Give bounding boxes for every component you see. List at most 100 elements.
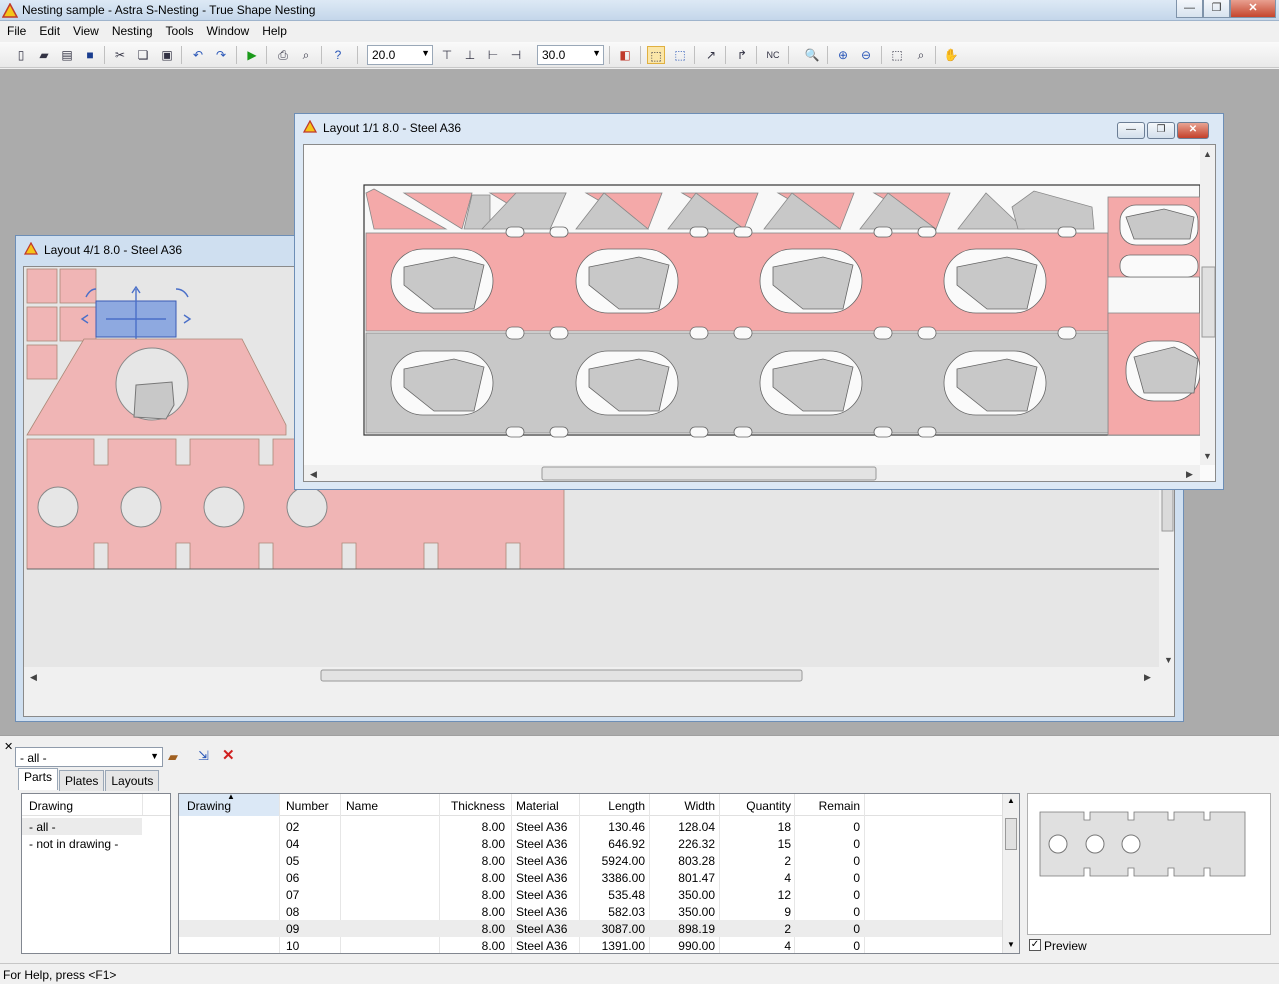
cell-remain: 0 bbox=[853, 905, 860, 919]
close-panel-icon[interactable]: ✕ bbox=[4, 740, 13, 753]
zoom-in-icon[interactable]: ⊕ bbox=[834, 46, 852, 64]
zoom-window-icon[interactable]: ⬚ bbox=[888, 46, 906, 64]
color-icon[interactable]: ◧ bbox=[616, 46, 634, 64]
add-folder-icon[interactable]: ▰ bbox=[168, 749, 178, 765]
help-icon[interactable]: ? bbox=[329, 46, 347, 64]
copy-icon[interactable]: ❏ bbox=[134, 46, 152, 64]
zoom-fit-icon[interactable]: ⌕ bbox=[912, 46, 930, 64]
column-header-length[interactable]: Length bbox=[579, 799, 645, 813]
layout-window-1[interactable]: Layout 1/1 8.0 - Steel A36 — ❐ ✕ ▲ ▼ ◀ ▶ bbox=[294, 113, 1224, 490]
print-icon[interactable]: ⎙ bbox=[274, 46, 292, 64]
table-row[interactable]: 08 8.00 Steel A36 582.03 350.00 9 0 bbox=[179, 903, 1002, 920]
table-row[interactable]: 02 8.00 Steel A36 130.46 128.04 18 0 bbox=[179, 818, 1002, 835]
print-preview-icon[interactable]: ⌕ bbox=[297, 46, 315, 64]
menu-window[interactable]: Window bbox=[200, 21, 256, 42]
tab-parts[interactable]: Parts bbox=[18, 768, 59, 790]
cell-length: 3087.00 bbox=[601, 922, 645, 936]
open-icon[interactable]: ▰ bbox=[35, 46, 53, 64]
cell-number: 10 bbox=[286, 939, 300, 953]
parts-table-header: Drawing ▲ Number Name Thickness Material… bbox=[179, 794, 1019, 816]
menu-help[interactable]: Help bbox=[255, 21, 293, 42]
import-parts-icon[interactable]: ⇲ bbox=[198, 748, 209, 764]
pan-hand-icon[interactable]: ✋ bbox=[942, 46, 960, 64]
table-row[interactable]: 09 8.00 Steel A36 3087.00 898.19 2 0 bbox=[179, 920, 1002, 937]
svg-text:▼: ▼ bbox=[1164, 655, 1173, 665]
save-icon[interactable]: ■ bbox=[81, 46, 99, 64]
table-row[interactable]: 04 8.00 Steel A36 646.92 226.32 15 0 bbox=[179, 835, 1002, 852]
rotate-icon[interactable]: ↱ bbox=[733, 46, 751, 64]
new-icon[interactable]: ▯ bbox=[12, 46, 30, 64]
cell-quantity: 9 bbox=[784, 905, 791, 919]
import-icon[interactable]: ▤ bbox=[58, 46, 76, 64]
parts-table[interactable]: Drawing ▲ Number Name Thickness Material… bbox=[178, 793, 1020, 954]
list-item[interactable]: - all - bbox=[22, 818, 142, 835]
column-header-thickness[interactable]: Thickness bbox=[441, 799, 505, 813]
align-left-icon[interactable]: ⊢ bbox=[484, 46, 502, 64]
status-bar: For Help, press <F1> bbox=[0, 963, 1279, 984]
app-logo-icon bbox=[303, 120, 317, 133]
tab-layouts[interactable]: Layouts bbox=[105, 770, 160, 791]
cell-material: Steel A36 bbox=[516, 820, 568, 834]
layout-1-canvas[interactable]: ▲ ▼ ◀ ▶ bbox=[303, 144, 1216, 482]
list-item[interactable]: - not in drawing - bbox=[22, 835, 170, 852]
menu-nesting[interactable]: Nesting bbox=[105, 21, 159, 42]
table-row[interactable]: 07 8.00 Steel A36 535.48 350.00 12 0 bbox=[179, 886, 1002, 903]
column-header-number[interactable]: Number bbox=[286, 799, 329, 813]
drawing-list[interactable]: Drawing - all - - not in drawing - bbox=[21, 793, 171, 954]
triangle-parts-row[interactable] bbox=[365, 188, 1095, 230]
delete-icon[interactable]: ✕ bbox=[222, 746, 235, 764]
redo-icon[interactable]: ↷ bbox=[212, 46, 230, 64]
minimize-button[interactable]: — bbox=[1117, 122, 1145, 139]
move-part-icon[interactable]: ↗ bbox=[702, 46, 720, 64]
tab-plates[interactable]: Plates bbox=[59, 770, 105, 791]
restore-button[interactable]: ❐ bbox=[1147, 122, 1175, 139]
column-header-remain[interactable]: Remain bbox=[795, 799, 860, 813]
parts-table-scrollbar[interactable]: ▲ ▼ bbox=[1002, 794, 1019, 953]
preview-label: Preview bbox=[1044, 939, 1087, 953]
column-header-width[interactable]: Width bbox=[649, 799, 715, 813]
cell-quantity: 12 bbox=[777, 888, 791, 902]
select-part-icon[interactable]: ⬚ bbox=[647, 46, 665, 64]
column-header-drawing[interactable]: Drawing bbox=[187, 799, 231, 813]
menu-tools[interactable]: Tools bbox=[159, 21, 200, 42]
column-header-material[interactable]: Material bbox=[516, 799, 559, 813]
zoom-icon[interactable]: 🔍 bbox=[803, 46, 821, 64]
table-row[interactable]: 05 8.00 Steel A36 5924.00 803.28 2 0 bbox=[179, 852, 1002, 869]
paste-icon[interactable]: ▣ bbox=[158, 46, 176, 64]
menu-view[interactable]: View bbox=[66, 21, 105, 42]
run-nesting-icon[interactable]: ▶ bbox=[243, 46, 261, 64]
column-header-name[interactable]: Name bbox=[346, 799, 378, 813]
cell-remain: 0 bbox=[853, 888, 860, 902]
menu-edit[interactable]: Edit bbox=[32, 21, 66, 42]
app-logo-icon bbox=[24, 242, 38, 255]
minimize-button[interactable]: — bbox=[1176, 0, 1203, 18]
align-bottom-icon[interactable]: ⊥ bbox=[461, 46, 479, 64]
table-row[interactable]: 10 8.00 Steel A36 1391.00 990.00 4 0 bbox=[179, 937, 1002, 953]
drawing-filter-combobox[interactable]: - all - ▼ bbox=[15, 747, 163, 767]
panel-tabs: Parts Plates Layouts bbox=[18, 768, 160, 791]
layout-1-drawing[interactable]: ▲ ▼ ◀ ▶ bbox=[304, 145, 1216, 482]
cut-icon[interactable]: ✂ bbox=[111, 46, 129, 64]
layout-window-1-titlebar[interactable]: Layout 1/1 8.0 - Steel A36 — ❐ ✕ bbox=[295, 114, 1223, 141]
undo-icon[interactable]: ↶ bbox=[189, 46, 207, 64]
column-header-drawing[interactable]: Drawing bbox=[29, 799, 73, 813]
spacing-combobox[interactable]: 20.0 ▼ bbox=[367, 45, 433, 65]
column-header-quantity[interactable]: Quantity bbox=[719, 799, 791, 813]
align-right-icon[interactable]: ⊣ bbox=[507, 46, 525, 64]
cell-number: 09 bbox=[286, 922, 300, 936]
cell-length: 535.48 bbox=[608, 888, 645, 902]
auto-select-icon[interactable]: ⬚ bbox=[671, 46, 689, 64]
close-button[interactable]: ✕ bbox=[1230, 0, 1276, 18]
chevron-down-icon: ▼ bbox=[592, 48, 601, 58]
app-logo-icon bbox=[2, 3, 18, 18]
restore-button[interactable]: ❐ bbox=[1203, 0, 1230, 18]
svg-text:▼: ▼ bbox=[1203, 451, 1212, 461]
nc-export-icon[interactable]: NC bbox=[764, 46, 782, 64]
menu-file[interactable]: File bbox=[0, 21, 32, 42]
angle-combobox[interactable]: 30.0 ▼ bbox=[537, 45, 604, 65]
zoom-out-icon[interactable]: ⊖ bbox=[857, 46, 875, 64]
align-top-icon[interactable]: ⊤ bbox=[438, 46, 456, 64]
close-button[interactable]: ✕ bbox=[1177, 122, 1209, 139]
table-row[interactable]: 06 8.00 Steel A36 3386.00 801.47 4 0 bbox=[179, 869, 1002, 886]
preview-checkbox[interactable]: ✓ bbox=[1029, 939, 1041, 951]
